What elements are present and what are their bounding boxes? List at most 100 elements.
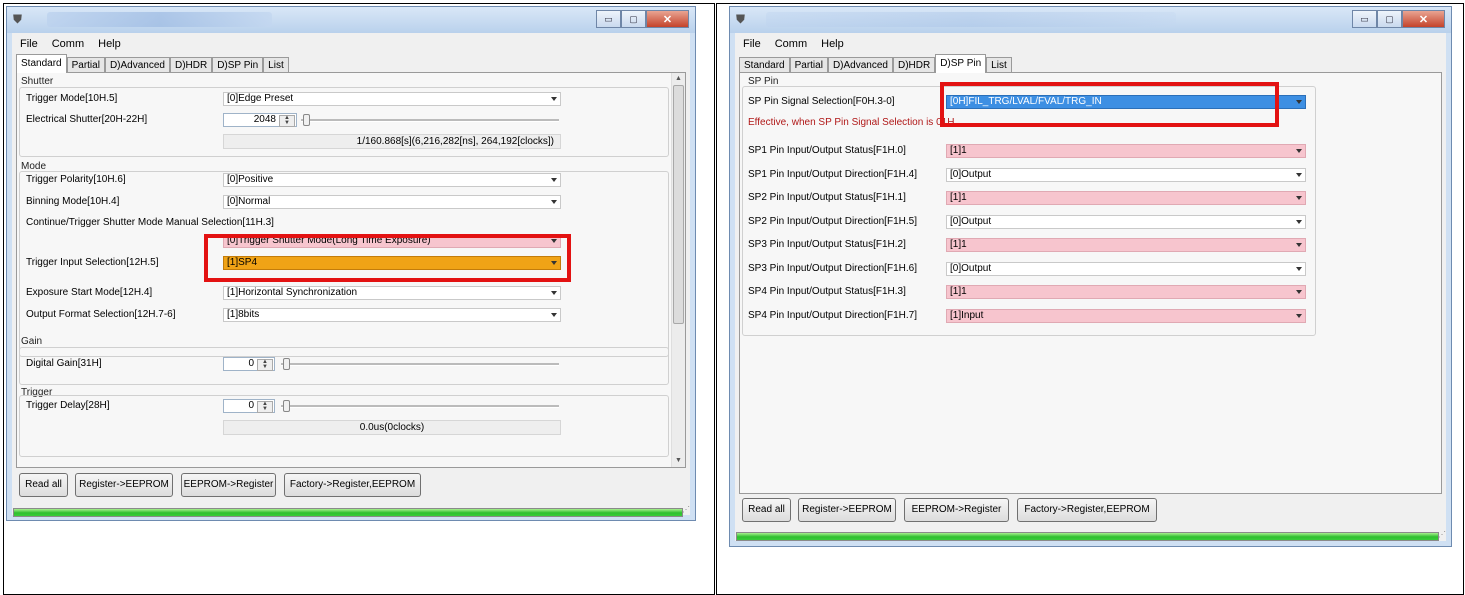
right-screenshot-frame: ⛊ ▭ ▢ ✕ File Comm Help Standard Partial … [716, 3, 1464, 595]
resize-grip-icon[interactable]: ⋰ [1438, 530, 1446, 539]
window-controls: ▭ ▢ ✕ [596, 10, 689, 28]
app-icon: ⛊ [736, 12, 746, 26]
sp-pin-row-select[interactable]: [1]Input [946, 308, 1306, 323]
sp-pin-warning-text: Effective, when SP Pin Signal Selection … [748, 117, 958, 128]
chevron-down-icon [1296, 172, 1302, 177]
chevron-down-icon [1296, 290, 1302, 294]
digital-gain-slider[interactable] [281, 363, 559, 366]
read-all-button[interactable]: Read all [742, 498, 791, 522]
electrical-shutter-slider[interactable] [301, 119, 559, 122]
window-title [766, 12, 1176, 27]
menu-comm[interactable]: Comm [775, 35, 807, 53]
sp-pin-row-select[interactable]: [0]Output [946, 167, 1306, 182]
slider-thumb[interactable] [283, 358, 290, 370]
menu-help[interactable]: Help [98, 35, 121, 53]
tab-partial[interactable]: Partial [789, 57, 828, 73]
chevron-down-icon [1296, 219, 1302, 224]
spin-updown-icon[interactable]: ▲ ▼ [279, 115, 295, 127]
group-title-shutter: Shutter [21, 76, 54, 87]
sp-pin-row-select[interactable]: [1]1 [946, 285, 1306, 299]
highlight-box-trigger-input [204, 234, 571, 282]
tab-standard[interactable]: Standard [16, 54, 67, 73]
resize-grip-icon[interactable]: ⋰ [682, 505, 690, 514]
tab-advanced[interactable]: D)Advanced [827, 57, 893, 73]
chevron-down-icon [1296, 149, 1302, 153]
sp-pin-row-label: SP4 Pin Input/Output Status[F1H.3] [748, 286, 906, 297]
tab-strip: Standard Partial D)Advanced D)HDR D)SP P… [739, 54, 1012, 73]
factory-to-register-eeprom-button[interactable]: Factory->Register,EEPROM [284, 473, 421, 497]
menu-file[interactable]: File [20, 35, 38, 53]
minimize-button[interactable]: ▭ [1352, 10, 1377, 28]
highlight-box-sp-pin-signal [940, 82, 1279, 127]
trigger-delay-readout: 0.0us(0clocks) [223, 420, 561, 435]
electrical-shutter-spinbox[interactable]: 2048 ▲ ▼ [223, 113, 297, 127]
group-title-gain: Gain [21, 336, 43, 347]
left-screenshot-frame: ⛊ ▭ ▢ ✕ File Comm Help Standard Partial … [3, 3, 715, 595]
chevron-down-icon [551, 200, 557, 204]
scroll-down-icon[interactable]: ▼ [672, 455, 685, 467]
trigger-delay-spinbox[interactable]: 0 ▲ ▼ [223, 399, 275, 413]
sp-pin-row-select[interactable]: [1]1 [946, 191, 1306, 205]
eeprom-to-register-button[interactable]: EEPROM->Register [181, 473, 276, 497]
spin-updown-icon[interactable]: ▲ ▼ [257, 359, 273, 371]
menu-comm[interactable]: Comm [52, 35, 84, 53]
binning-mode-select[interactable]: [0]Normal [223, 195, 561, 209]
trigger-mode-select[interactable]: [0]Edge Preset [223, 92, 561, 106]
tab-advanced[interactable]: D)Advanced [104, 57, 170, 73]
vertical-scrollbar[interactable]: ▲ ▼ [671, 73, 685, 467]
window-title [47, 12, 272, 27]
tab-hdr[interactable]: D)HDR [892, 57, 936, 73]
register-to-eeprom-button[interactable]: Register->EEPROM [798, 498, 896, 522]
exposure-start-select[interactable]: [1]Horizontal Synchronization [223, 286, 561, 300]
digital-gain-label: Digital Gain[31H] [26, 358, 102, 369]
tab-partial[interactable]: Partial [66, 57, 105, 73]
tab-sp-pin[interactable]: D)SP Pin [212, 57, 264, 73]
maximize-button[interactable]: ▢ [621, 10, 646, 28]
maximize-button[interactable]: ▢ [1377, 10, 1402, 28]
chevron-down-icon [1296, 196, 1302, 200]
trigger-input-label: Trigger Input Selection[12H.5] [26, 257, 159, 268]
output-format-label: Output Format Selection[12H.7-6] [26, 309, 176, 320]
tab-sp-pin[interactable]: D)SP Pin [935, 54, 987, 73]
left-progress-fill [14, 509, 682, 516]
sp-pin-row-select[interactable]: [1]1 [946, 144, 1306, 158]
group-gain [19, 347, 669, 385]
tab-standard[interactable]: Standard [739, 57, 790, 73]
digital-gain-spinbox[interactable]: 0 ▲ ▼ [223, 357, 275, 371]
sp-pin-row-select[interactable]: [0]Output [946, 261, 1306, 276]
register-to-eeprom-button[interactable]: Register->EEPROM [75, 473, 173, 497]
app-icon: ⛊ [13, 12, 23, 26]
minimize-button[interactable]: ▭ [596, 10, 621, 28]
trigger-polarity-label: Trigger Polarity[10H.6] [26, 174, 126, 185]
spin-updown-icon[interactable]: ▲ ▼ [257, 401, 273, 413]
sp-pin-row-select[interactable]: [0]Output [946, 214, 1306, 229]
close-button[interactable]: ✕ [646, 10, 689, 28]
tab-hdr[interactable]: D)HDR [169, 57, 213, 73]
trigger-delay-slider[interactable] [281, 405, 559, 408]
trigger-delay-label: Trigger Delay[28H] [26, 400, 110, 411]
read-all-button[interactable]: Read all [19, 473, 68, 497]
sp-pin-row-select[interactable]: [1]1 [946, 238, 1306, 252]
slider-thumb[interactable] [303, 114, 310, 126]
scrollbar-thumb[interactable] [673, 85, 684, 324]
close-button[interactable]: ✕ [1402, 10, 1445, 28]
sp-pin-row-label: SP1 Pin Input/Output Direction[F1H.4] [748, 168, 917, 180]
tab-list[interactable]: List [263, 57, 289, 73]
menubar: File Comm Help [735, 35, 1446, 53]
menu-file[interactable]: File [743, 35, 761, 53]
output-format-select[interactable]: [1]8bits [223, 308, 561, 322]
trigger-polarity-select[interactable]: [0]Positive [223, 173, 561, 187]
chevron-down-icon [1296, 100, 1302, 104]
slider-thumb[interactable] [283, 400, 290, 412]
factory-to-register-eeprom-button[interactable]: Factory->Register,EEPROM [1017, 498, 1157, 522]
tab-list[interactable]: List [986, 57, 1012, 73]
eeprom-to-register-button[interactable]: EEPROM->Register [904, 498, 1009, 522]
binning-mode-label: Binning Mode[10H.4] [26, 196, 120, 207]
menu-help[interactable]: Help [821, 35, 844, 53]
sp-pin-panel: SP Pin SP Pin Signal Selection[F0H.3-0] … [739, 72, 1442, 494]
window-controls: ▭ ▢ ✕ [1352, 10, 1445, 28]
sp-pin-row-label: SP2 Pin Input/Output Direction[F1H.5] [748, 215, 917, 227]
chevron-down-icon [551, 178, 557, 182]
right-progress-bar [736, 532, 1439, 541]
scroll-up-icon[interactable]: ▲ [672, 73, 685, 85]
